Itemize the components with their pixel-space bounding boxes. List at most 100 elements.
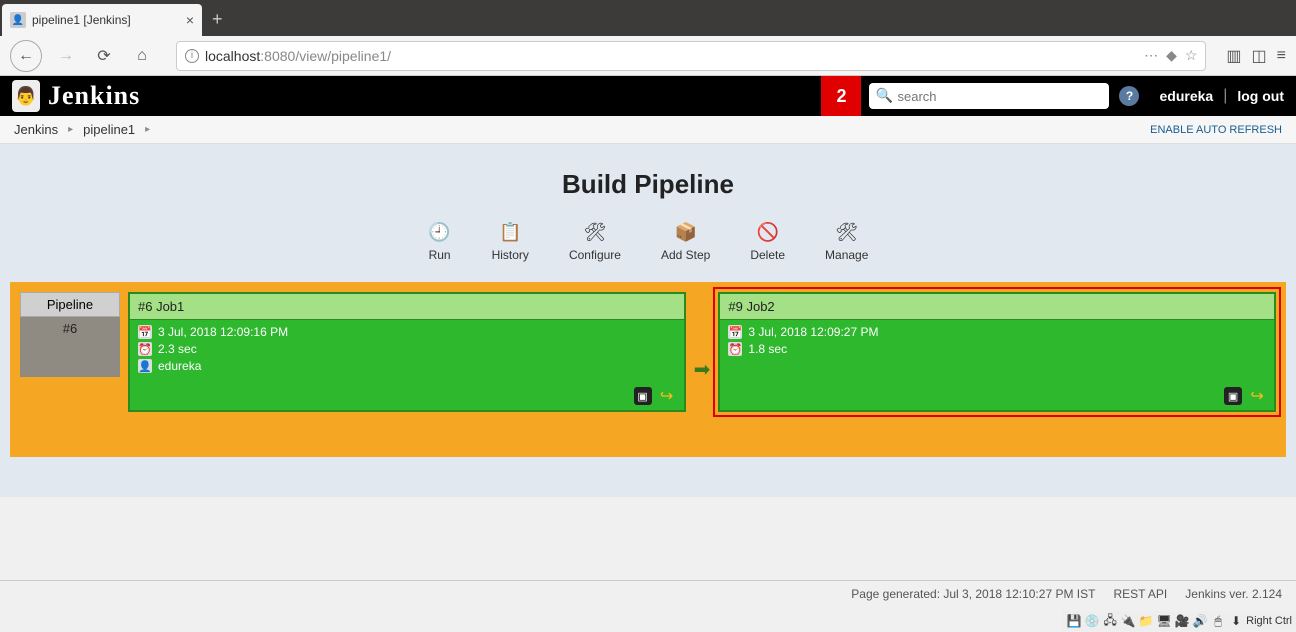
vm-network-icon[interactable]: 🖧 [1102, 613, 1118, 629]
job2-title[interactable]: #9 Job2 [720, 294, 1274, 320]
user-link[interactable]: edureka [1159, 88, 1213, 104]
rest-api-link[interactable]: REST API [1113, 587, 1167, 601]
job-card-2: #9 Job2 📅 3 Jul, 2018 12:09:27 PM ⏰ 1.8 se… [718, 292, 1276, 412]
breadcrumb-root[interactable]: Jenkins [14, 122, 58, 137]
configure-label: Configure [569, 248, 621, 262]
delete-button[interactable]: 🚫 Delete [750, 220, 785, 262]
url-path: /view/pipeline1/ [295, 48, 391, 64]
vm-shared-icon[interactable]: 📁 [1138, 613, 1154, 629]
browser-tab[interactable]: 👤 pipeline1 [Jenkins] × [2, 4, 202, 36]
tab-favicon-icon: 👤 [10, 12, 26, 28]
new-tab-button[interactable]: + [212, 9, 223, 30]
rerun-button[interactable]: ↪ [1248, 387, 1266, 405]
chevron-right-icon: ▸ [68, 124, 73, 135]
user-icon: 👤 [138, 359, 152, 373]
bookmark-star-icon[interactable]: ☆ [1185, 47, 1198, 64]
delete-label: Delete [750, 248, 785, 262]
host-key-label: Right Ctrl [1246, 615, 1292, 627]
url-port: :8080 [260, 48, 295, 64]
console-output-button[interactable]: ▣ [634, 387, 652, 405]
history-icon: 📋 [498, 220, 522, 244]
job1-user: edureka [158, 359, 201, 373]
separator: | [1223, 87, 1227, 105]
calendar-icon: 📅 [728, 325, 742, 339]
home-button[interactable]: ⌂ [128, 42, 156, 70]
vm-status-bar: 💾 💿 🖧 🔌 📁 🖥 🎥 🔊 🖱 ⬇ Right Ctrl [1062, 611, 1296, 631]
history-label: History [492, 248, 529, 262]
vm-audio-icon[interactable]: 🔊 [1192, 613, 1208, 629]
vm-keyboard-icon[interactable]: ⬇ [1228, 613, 1244, 629]
vm-optical-icon[interactable]: 💿 [1084, 613, 1100, 629]
delete-icon: 🚫 [756, 220, 780, 244]
page-footer: Page generated: Jul 3, 2018 12:10:27 PM … [851, 587, 1282, 601]
jenkins-version-text: Jenkins ver. 2.124 [1185, 587, 1282, 601]
pipeline-info-header: Pipeline [20, 292, 120, 317]
action-bar: 🕘 Run 📋 History 🛠 Configure 📦 Add Step 🚫… [0, 220, 1296, 262]
manage-label: Manage [825, 248, 868, 262]
more-icon[interactable]: ⋯ [1144, 47, 1158, 64]
footer-divider [0, 580, 1296, 581]
main-area: Build Pipeline 🕘 Run 📋 History 🛠 Configu… [0, 144, 1296, 497]
clock-icon: ⏰ [728, 342, 742, 356]
chevron-right-icon: ▸ [145, 124, 150, 135]
search-icon: 🔍 [875, 87, 892, 104]
jenkins-brand-text: Jenkins [48, 81, 140, 111]
add-step-icon: 📦 [674, 220, 698, 244]
configure-icon: 🛠 [583, 220, 607, 244]
job1-timestamp: 3 Jul, 2018 12:09:16 PM [158, 325, 288, 339]
job-card-1: #6 Job1 📅 3 Jul, 2018 12:09:16 PM ⏰ 2.3 se… [128, 292, 686, 412]
history-button[interactable]: 📋 History [492, 220, 529, 262]
site-info-icon[interactable]: i [185, 49, 199, 63]
run-label: Run [429, 248, 451, 262]
add-step-button[interactable]: 📦 Add Step [661, 220, 710, 262]
job1-duration: 2.3 sec [158, 342, 197, 356]
job2-duration: 1.8 sec [748, 342, 787, 356]
page-generated-text: Page generated: Jul 3, 2018 12:10:27 PM … [851, 587, 1095, 601]
sidebar-icon[interactable]: ◫ [1252, 46, 1267, 66]
run-button[interactable]: 🕘 Run [428, 220, 452, 262]
vm-mouse-icon[interactable]: 🖱 [1210, 613, 1226, 629]
notification-badge[interactable]: 2 [821, 76, 861, 116]
clock-icon: ⏰ [138, 342, 152, 356]
pipeline-panel: Pipeline #6 #6 Job1 📅 3 Jul, 2018 12:09:1… [10, 282, 1286, 457]
pipeline-info-column: Pipeline #6 [20, 292, 120, 377]
jenkins-butler-icon: 👨 [12, 80, 40, 112]
menu-icon[interactable]: ≡ [1277, 47, 1286, 65]
url-bar[interactable]: i localhost:8080/view/pipeline1/ ⋯ ◆ ☆ [176, 41, 1206, 71]
calendar-icon: 📅 [138, 325, 152, 339]
browser-toolbar: ← → ⟳ ⌂ i localhost:8080/view/pipeline1/… [0, 36, 1296, 76]
console-output-button[interactable]: ▣ [1224, 387, 1242, 405]
url-host: localhost [205, 48, 260, 64]
manage-button[interactable]: 🛠 Manage [825, 220, 868, 262]
browser-tab-strip: 👤 pipeline1 [Jenkins] × + [0, 0, 1296, 36]
reload-button[interactable]: ⟳ [90, 42, 118, 70]
forward-button[interactable]: → [52, 42, 80, 70]
library-icon[interactable]: ▥ [1226, 46, 1241, 66]
job1-title[interactable]: #6 Job1 [130, 294, 684, 320]
tab-close-icon[interactable]: × [186, 12, 194, 28]
pipeline-arrow-icon: ➡ [694, 357, 711, 382]
page-title: Build Pipeline [0, 169, 1296, 200]
run-icon: 🕘 [428, 220, 452, 244]
configure-button[interactable]: 🛠 Configure [569, 220, 621, 262]
shield-icon[interactable]: ◆ [1166, 47, 1177, 64]
breadcrumb-bar: Jenkins ▸ pipeline1 ▸ ENABLE AUTO REFRES… [0, 116, 1296, 144]
rerun-button[interactable]: ↪ [658, 387, 676, 405]
vm-display-icon[interactable]: 🖥 [1156, 613, 1172, 629]
logout-link[interactable]: log out [1237, 88, 1284, 104]
vm-recording-icon[interactable]: 🎥 [1174, 613, 1190, 629]
jenkins-header: 👨 Jenkins 2 🔍 ? edureka | log out [0, 76, 1296, 116]
jenkins-logo[interactable]: 👨 Jenkins [12, 80, 140, 112]
tab-title: pipeline1 [Jenkins] [32, 13, 131, 27]
help-icon[interactable]: ? [1119, 86, 1139, 106]
search-input[interactable] [869, 83, 1109, 109]
pipeline-build-number[interactable]: #6 [20, 317, 120, 377]
job2-timestamp: 3 Jul, 2018 12:09:27 PM [748, 325, 878, 339]
vm-usb-icon[interactable]: 🔌 [1120, 613, 1136, 629]
enable-auto-refresh-link[interactable]: ENABLE AUTO REFRESH [1150, 124, 1282, 136]
search-container: 🔍 [869, 83, 1109, 109]
breadcrumb-view[interactable]: pipeline1 [83, 122, 135, 137]
vm-disk-icon[interactable]: 💾 [1066, 613, 1082, 629]
manage-icon: 🛠 [835, 220, 859, 244]
back-button[interactable]: ← [10, 40, 42, 72]
